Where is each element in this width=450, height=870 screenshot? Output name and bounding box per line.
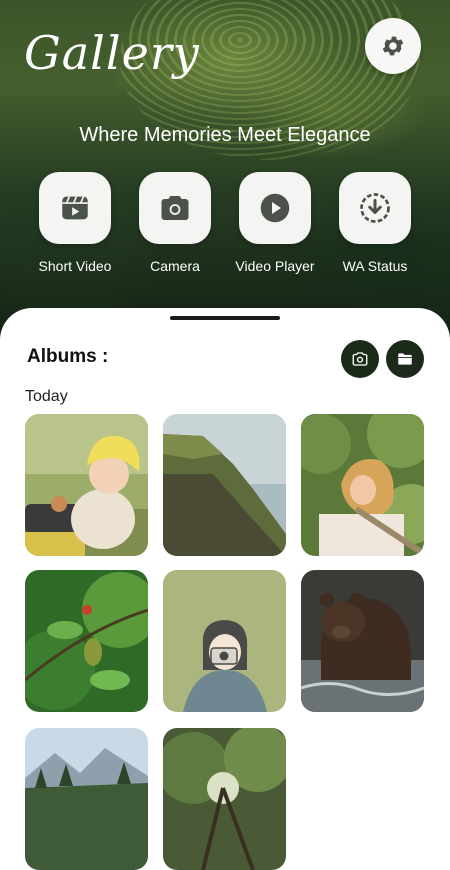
photo-forest-canopy [163, 728, 286, 870]
feature-short-video[interactable]: Short Video [25, 172, 125, 274]
camera-icon [161, 196, 189, 220]
settings-button[interactable] [365, 18, 421, 74]
albums-sheet: Albums : Today [0, 308, 450, 870]
feature-video-player[interactable]: Video Player [225, 172, 325, 274]
camera-icon [352, 352, 368, 366]
photo-brown-bear-in-water [301, 570, 424, 712]
feature-label: WA Status [342, 258, 408, 274]
feature-tile[interactable] [39, 172, 111, 244]
feature-camera[interactable]: Camera [125, 172, 225, 274]
photo-thumbnail[interactable] [25, 570, 148, 712]
photo-thumbnail[interactable] [163, 570, 286, 712]
section-label-today: Today [25, 388, 68, 405]
gear-icon [382, 36, 404, 56]
photo-bird-on-branch [25, 570, 148, 712]
photo-thumbnail[interactable] [163, 728, 286, 870]
camera-button[interactable] [341, 340, 379, 378]
photo-child-in-yellow-hat [25, 414, 148, 556]
photo-woman-on-railing [301, 414, 424, 556]
short-video-icon [62, 196, 88, 220]
feature-label: Video Player [235, 258, 315, 274]
feature-tile[interactable] [139, 172, 211, 244]
feature-label: Camera [150, 258, 200, 274]
photo-thumbnail[interactable] [301, 414, 424, 556]
drag-handle[interactable] [170, 316, 280, 320]
feature-tile[interactable] [339, 172, 411, 244]
play-icon [260, 193, 290, 223]
photo-thumbnail[interactable] [301, 570, 424, 712]
header-hero: Gallery Where Memories Meet Elegance Sho… [0, 0, 450, 340]
photo-sea-cliff [163, 414, 286, 556]
feature-tile[interactable] [239, 172, 311, 244]
feature-label: Short Video [38, 258, 112, 274]
tagline: Where Memories Meet Elegance [79, 124, 371, 146]
photo-thumbnail[interactable] [25, 414, 148, 556]
albums-title: Albums : [27, 346, 109, 367]
photo-thumbnail[interactable] [163, 414, 286, 556]
photo-thumbnail[interactable] [25, 728, 148, 870]
photo-girl-with-camera-illustration [163, 570, 286, 712]
app-title: Gallery [24, 26, 200, 80]
folder-button[interactable] [386, 340, 424, 378]
feature-wa-status[interactable]: WA Status [325, 172, 425, 274]
download-status-icon [360, 193, 390, 223]
photo-mountain-landscape [25, 728, 148, 870]
folder-icon [398, 353, 412, 365]
